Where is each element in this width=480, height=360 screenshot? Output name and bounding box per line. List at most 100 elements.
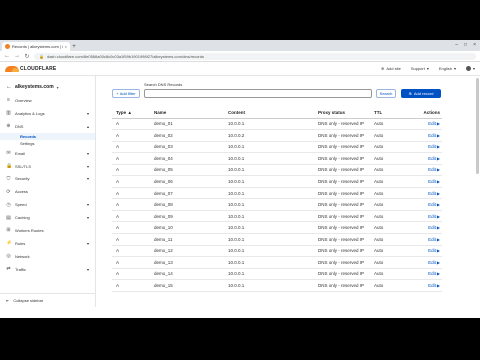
table-row[interactable]: Ademo_03 10.0.0.1 DNS only - reserved IP Au… (112, 141, 442, 154)
table-row[interactable]: Ademo_13 10.0.0.1 DNS only - reserved IP Au… (112, 256, 442, 269)
close-window-icon[interactable]: × (473, 42, 476, 48)
table-row[interactable]: Ademo_07 10.0.0.1 DNS only - reserved IP Au… (112, 187, 442, 200)
table-row[interactable]: Ademo_11 10.0.0.1 DNS only - reserved IP Au… (112, 233, 442, 246)
cell-ttl: Auto (370, 175, 400, 188)
edit-link[interactable]: Edit (428, 283, 436, 288)
cell-content: 10.0.0.1 (224, 187, 314, 200)
expand-icon[interactable]: ▶ (437, 167, 440, 172)
expand-icon[interactable]: ▶ (437, 283, 440, 288)
sidebar-item-label: Workers Routes (15, 227, 44, 233)
expand-icon[interactable]: ▶ (437, 156, 440, 161)
cell-proxy-status: DNS only - reserved IP (314, 210, 370, 223)
search-input[interactable] (144, 89, 372, 98)
expand-icon[interactable]: ▶ (437, 271, 440, 276)
edit-link[interactable]: Edit (428, 237, 436, 242)
sidebar-item-traffic[interactable]: ⇄ Traffic ▾ (0, 263, 95, 276)
sidebar-item-access[interactable]: ⟳ Access (0, 185, 95, 198)
search-button[interactable]: Search (376, 89, 396, 98)
sidebar-subitem-settings[interactable]: Settings (0, 140, 95, 147)
table-row[interactable]: Ademo_06 10.0.0.1 DNS only - reserved IP Au… (112, 175, 442, 188)
expand-icon[interactable]: ▶ (437, 202, 440, 207)
minimize-icon[interactable]: – (455, 42, 458, 48)
sidebar-item-workers-routes[interactable]: ⊞ Workers Routes (0, 224, 95, 237)
expand-icon[interactable]: ▶ (437, 248, 440, 253)
cell-actions: Edit▶ (400, 118, 442, 131)
edit-link[interactable]: Edit (428, 202, 436, 207)
expand-icon[interactable]: ▶ (437, 179, 440, 184)
table-row[interactable]: Ademo_08 10.0.0.1 DNS only - reserved IP Au… (112, 198, 442, 211)
add-filter-button[interactable]: + Add filter (112, 89, 140, 98)
url-field[interactable]: 🔒 dash.cloudflare.com/8e0566a00c8c0c03a1… (34, 52, 476, 60)
sidebar-item-overview[interactable]: ≡ Overview (0, 94, 95, 107)
edit-link[interactable]: Edit (428, 121, 436, 126)
edit-link[interactable]: Edit (428, 144, 436, 149)
expand-icon[interactable]: ▶ (437, 133, 440, 138)
sidebar-item-caching[interactable]: ▤ Caching ▾ (0, 211, 95, 224)
sidebar-item-network[interactable]: ◎ Network (0, 250, 95, 263)
back-arrow-icon[interactable]: ← (6, 84, 12, 90)
table-row[interactable]: Ademo_01 10.0.0.1 DNS only - reserved IP Au… (112, 118, 442, 131)
edit-link[interactable]: Edit (428, 156, 436, 161)
cloudflare-logo[interactable]: CLOUDFLARE (5, 65, 56, 72)
sidebar-item-email[interactable]: ✉ Email ▾ (0, 147, 95, 160)
column-header-type[interactable]: Type ▲ (112, 108, 150, 119)
language-menu[interactable]: English ▾ (439, 66, 456, 71)
table-row[interactable]: Ademo_02 10.0.0.2 DNS only - reserved IP Au… (112, 129, 442, 142)
edit-link[interactable]: Edit (428, 260, 436, 265)
edit-link[interactable]: Edit (428, 167, 436, 172)
sidebar-item-dns[interactable]: ⊕ DNS ▴ (0, 120, 95, 133)
lock-icon: 🔒 (39, 53, 44, 59)
header-search[interactable] (194, 65, 214, 73)
expand-icon[interactable]: ▶ (437, 260, 440, 265)
edit-link[interactable]: Edit (428, 191, 436, 196)
scrollbar[interactable] (476, 78, 479, 174)
expand-icon[interactable]: ▶ (437, 121, 440, 126)
sidebar-item-ssl-tls[interactable]: 🔒 SSL/TLS ▾ (0, 160, 95, 173)
support-menu[interactable]: Support ▾ (411, 66, 429, 71)
browser-tab[interactable]: Records | alkeystems.com | Cloudfla... × (2, 42, 70, 51)
forward-icon[interactable]: → (14, 53, 20, 59)
table-row[interactable]: Ademo_05 10.0.0.1 DNS only - reserved IP Au… (112, 164, 442, 177)
sidebar-item-label: Security (15, 176, 30, 182)
edit-link[interactable]: Edit (428, 225, 436, 230)
edit-link[interactable]: Edit (428, 248, 436, 253)
expand-icon[interactable]: ▶ (437, 191, 440, 196)
new-tab-button[interactable]: + (70, 42, 78, 51)
expand-icon[interactable]: ▶ (437, 225, 440, 230)
sidebar-item-rules[interactable]: ⚡ Rules ▾ (0, 237, 95, 250)
sidebar-item-security[interactable]: ⛉ Security ▾ (0, 172, 95, 185)
add-site-button[interactable]: ⊕ Add site (381, 66, 401, 71)
table-row[interactable]: Ademo_15 10.0.0.1 DNS only - reserved IP Au… (112, 279, 442, 292)
expand-icon[interactable]: ▶ (437, 144, 440, 149)
close-tab-icon[interactable]: × (65, 44, 67, 49)
lock-icon: 🔒 (6, 163, 13, 169)
site-selector[interactable]: ← alkeystems.com ▾ (0, 80, 95, 94)
cell-proxy-status: DNS only - reserved IP (314, 129, 370, 142)
table-row[interactable]: Ademo_14 10.0.0.1 DNS only - reserved IP Au… (112, 268, 442, 281)
column-header-actions: Actions (400, 108, 442, 119)
access-icon: ⟳ (6, 188, 11, 195)
edit-link[interactable]: Edit (428, 271, 436, 276)
add-record-button[interactable]: ⊕ Add record (401, 89, 441, 98)
table-row[interactable]: Ademo_12 10.0.0.1 DNS only - reserved IP Au… (112, 245, 442, 258)
edit-link[interactable]: Edit (428, 133, 436, 138)
back-icon[interactable]: ← (4, 53, 10, 59)
cell-proxy-status: DNS only - reserved IP (314, 245, 370, 258)
edit-link[interactable]: Edit (428, 214, 436, 219)
maximize-icon[interactable]: □ (464, 42, 467, 48)
sidebar-item-analytics-logs[interactable]: ▥ Analytics & Logs ▾ (0, 107, 95, 120)
edit-link[interactable]: Edit (428, 179, 436, 184)
expand-icon[interactable]: ▶ (437, 237, 440, 242)
table-row[interactable]: Ademo_04 10.0.0.1 DNS only - reserved IP Au… (112, 152, 442, 165)
reload-icon[interactable]: ↻ (24, 53, 30, 60)
cell-proxy-status: DNS only - reserved IP (314, 118, 370, 131)
table-row[interactable]: Ademo_09 10.0.0.1 DNS only - reserved IP Au… (112, 210, 442, 223)
sidebar-subitem-records[interactable]: Records (0, 132, 95, 140)
sidebar-item-label: Email (15, 150, 26, 156)
user-menu[interactable]: ▾ (465, 66, 475, 71)
expand-icon[interactable]: ▶ (437, 214, 440, 219)
table-row[interactable]: Ademo_10 10.0.0.1 DNS only - reserved IP Au… (112, 221, 442, 234)
collapse-sidebar-button[interactable]: ⇤ Collapse sidebar (0, 293, 96, 307)
sidebar-item-label: Network (15, 253, 30, 259)
sidebar-item-speed[interactable]: ◷ Speed ▾ (0, 198, 95, 211)
